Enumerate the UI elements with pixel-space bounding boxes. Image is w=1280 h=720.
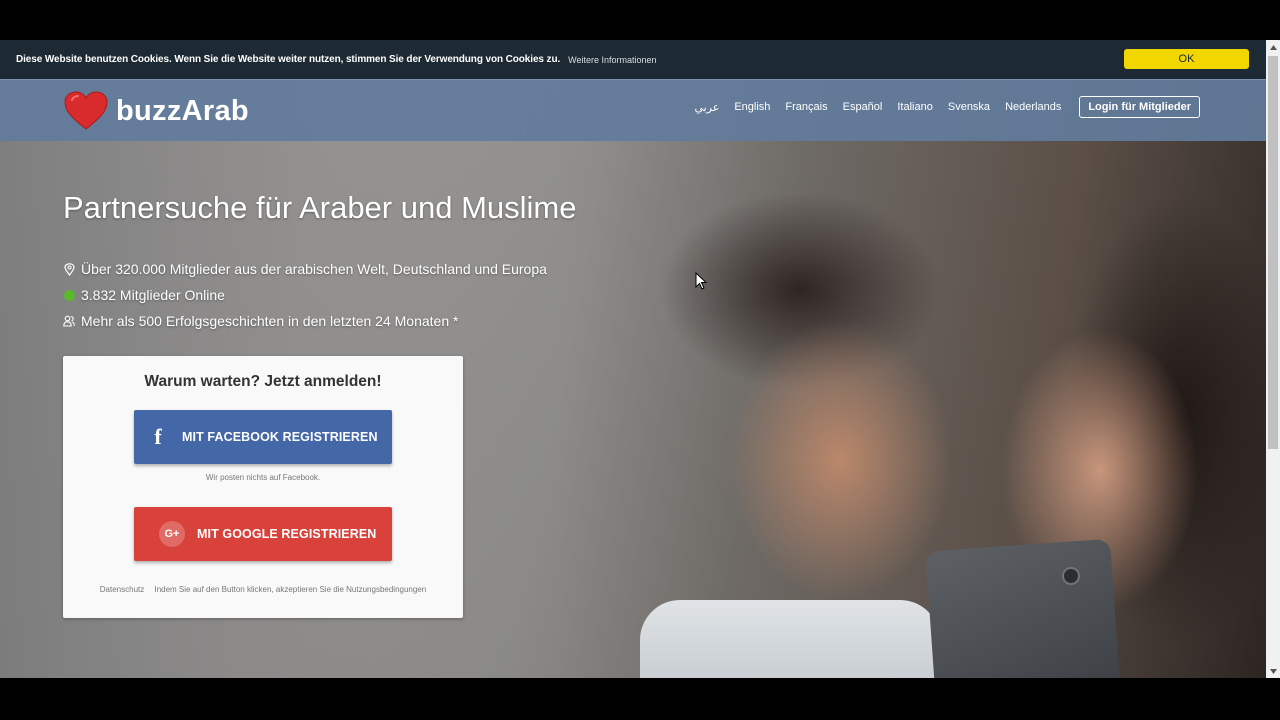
facebook-register-label: MIT FACEBOOK REGISTRIEREN [182, 430, 378, 444]
users-icon [63, 314, 75, 328]
signup-card-title: Warum warten? Jetzt anmelden! [144, 373, 382, 390]
nav-lang-french[interactable]: Français [785, 101, 827, 113]
logo-text: buzzArab [116, 94, 249, 127]
google-plus-icon: G+ [159, 521, 185, 547]
vertical-scrollbar[interactable] [1266, 40, 1280, 678]
scroll-up-arrow-icon[interactable] [1266, 40, 1280, 54]
hero-photo-phone-camera [1062, 567, 1080, 585]
hero-photo-phone [925, 538, 1120, 678]
browser-viewport: Diese Website benutzen Cookies. Wenn Sie… [0, 40, 1266, 678]
cookie-ok-button[interactable]: OK [1124, 49, 1249, 69]
screen-bottom-border [0, 678, 1280, 720]
facebook-privacy-note: Wir posten nichts auf Facebook. [205, 473, 321, 482]
fact-members-text: Über 320.000 Mitglieder aus der arabisch… [81, 261, 547, 277]
scrollbar-thumb[interactable] [1268, 56, 1278, 449]
nav-lang-spanish[interactable]: Español [843, 101, 883, 113]
cookie-message: Diese Website benutzen Cookies. Wenn Sie… [16, 54, 561, 65]
google-register-label: MIT GOOGLE REGISTRIEREN [197, 527, 377, 541]
location-pin-icon [63, 262, 75, 276]
cookie-banner: Diese Website benutzen Cookies. Wenn Sie… [0, 40, 1266, 79]
language-nav: عربي English Français Español Italiano S… [679, 96, 1200, 118]
screen-top-border [0, 0, 1280, 40]
cookie-more-info-link[interactable]: Weitere Informationen [568, 55, 656, 65]
site-logo[interactable]: buzzArab [64, 89, 284, 133]
mouse-cursor-icon [695, 272, 707, 290]
facebook-icon: f [154, 424, 162, 449]
privacy-link[interactable]: Datenschutz [100, 585, 144, 594]
nav-lang-dutch[interactable]: Nederlands [1005, 101, 1061, 113]
fact-online-text: 3.832 Mitglieder Online [81, 287, 225, 303]
nav-lang-english[interactable]: English [734, 101, 770, 113]
hero-facts-list: Über 320.000 Mitglieder aus der arabisch… [63, 256, 547, 334]
fact-members: Über 320.000 Mitglieder aus der arabisch… [63, 256, 547, 282]
fact-success-stories-text: Mehr als 500 Erfolgsgeschichten in den l… [81, 313, 459, 329]
signup-card: Warum warten? Jetzt anmelden! f MIT FACE… [63, 356, 463, 618]
nav-lang-swedish[interactable]: Svenska [948, 101, 990, 113]
fact-online: 3.832 Mitglieder Online [63, 282, 547, 308]
member-login-button[interactable]: Login für Mitglieder [1079, 96, 1200, 118]
fact-success-stories: Mehr als 500 Erfolgsgeschichten in den l… [63, 308, 547, 334]
online-status-icon [63, 288, 75, 302]
facebook-register-button[interactable]: f MIT FACEBOOK REGISTRIEREN [134, 410, 392, 464]
google-register-button[interactable]: G+ MIT GOOGLE REGISTRIEREN [134, 507, 392, 561]
nav-lang-arabic[interactable]: عربي [694, 101, 719, 114]
terms-notice: Indem Sie auf den Button klicken, akzept… [154, 585, 427, 594]
scroll-down-arrow-icon[interactable] [1266, 664, 1280, 678]
heart-logo-icon [64, 91, 108, 130]
hero-photo-shirt [640, 600, 940, 678]
signup-card-footer: Datenschutz Indem Sie auf den Button kli… [63, 585, 463, 594]
hero-title: Partnersuche für Araber und Muslime [63, 190, 577, 225]
nav-lang-italian[interactable]: Italiano [897, 101, 932, 113]
